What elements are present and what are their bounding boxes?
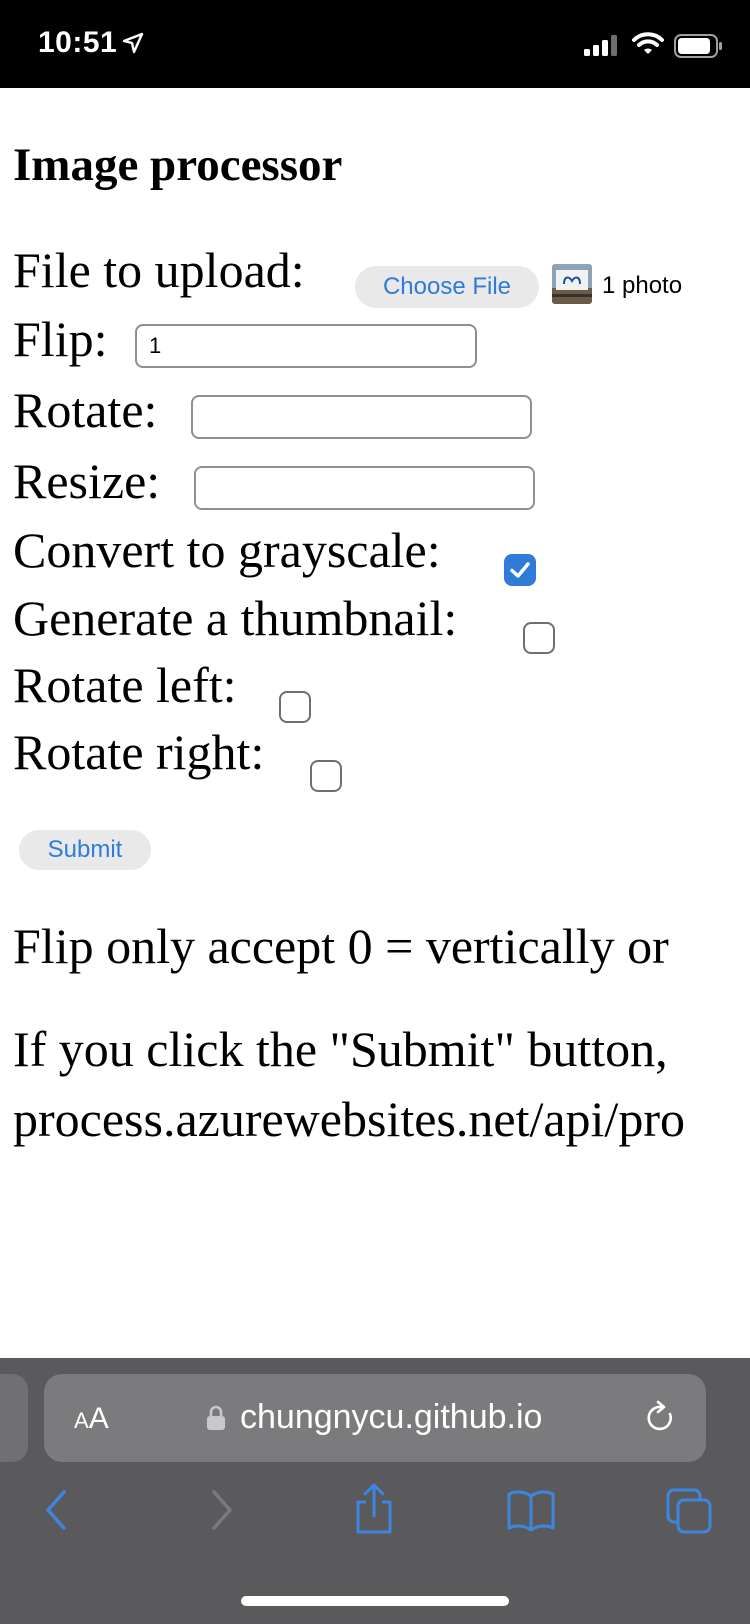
- submit-note-line-2: process.azurewebsites.net/api/pro: [13, 1091, 685, 1147]
- rotate-left-row: Rotate left:: [13, 649, 237, 713]
- grayscale-checkbox[interactable]: [504, 554, 536, 586]
- signal-icon: [584, 35, 617, 56]
- rotate-left-checkbox[interactable]: [279, 691, 311, 723]
- home-indicator: [241, 1596, 509, 1606]
- flip-input[interactable]: 1: [135, 324, 477, 368]
- bookmarks-icon[interactable]: [506, 1488, 556, 1532]
- rotate-row: Rotate:: [13, 374, 157, 438]
- battery-icon: [674, 34, 722, 58]
- file-status: 1 photo: [602, 272, 683, 299]
- grayscale-label: Convert to grayscale:: [13, 521, 441, 578]
- share-icon[interactable]: [352, 1482, 396, 1536]
- rotate-right-row: Rotate right:: [13, 716, 264, 780]
- thumbnail-row: Generate a thumbnail:: [13, 582, 457, 646]
- submit-note-line-1: If you click the "Submit" button,: [13, 1021, 668, 1077]
- file-row: File to upload:: [13, 234, 305, 298]
- flip-label: Flip:: [13, 310, 108, 367]
- rotate-right-checkbox[interactable]: [310, 760, 342, 792]
- back-icon[interactable]: [42, 1488, 72, 1532]
- forward-icon[interactable]: [206, 1488, 236, 1532]
- thumbnail-label: Generate a thumbnail:: [13, 589, 458, 646]
- lock-icon: [207, 1405, 225, 1430]
- flip-row: Flip:: [13, 303, 107, 367]
- file-label: File to upload:: [13, 241, 305, 298]
- resize-label: Resize:: [13, 452, 161, 509]
- url-domain: chungnycu.github.io: [240, 1398, 543, 1436]
- choose-file-button[interactable]: Choose File: [355, 266, 539, 308]
- resize-row: Resize:: [13, 445, 160, 509]
- page-content: Image processor File to upload: Choose F…: [0, 88, 750, 1358]
- address-bar[interactable]: AA chungnycu.github.io: [44, 1374, 706, 1462]
- rotate-right-label: Rotate right:: [13, 723, 265, 780]
- page-title: Image processor: [13, 139, 343, 191]
- wifi-icon: [632, 32, 664, 54]
- tabs-icon[interactable]: [666, 1488, 714, 1534]
- reload-icon[interactable]: [644, 1400, 678, 1436]
- rotate-input[interactable]: [191, 395, 532, 439]
- thumbnail-checkbox[interactable]: [523, 622, 555, 654]
- resize-input[interactable]: [194, 466, 535, 510]
- previous-tab-peek[interactable]: [0, 1374, 28, 1462]
- rotate-label: Rotate:: [13, 381, 158, 438]
- status-bar: 10:51: [0, 0, 750, 88]
- text-size-button[interactable]: AA: [74, 1402, 109, 1436]
- status-time: 10:51: [38, 26, 118, 59]
- browser-toolbar: AA chungnycu.github.io: [0, 1358, 750, 1624]
- location-arrow-icon: [122, 32, 144, 54]
- checkmark-icon: [510, 562, 530, 578]
- rotate-left-label: Rotate left:: [13, 656, 237, 713]
- grayscale-row: Convert to grayscale:: [13, 514, 441, 578]
- flip-note: Flip only accept 0 = vertically or: [13, 918, 669, 974]
- selected-photo-thumbnail: [552, 264, 592, 304]
- submit-button[interactable]: Submit: [19, 830, 151, 870]
